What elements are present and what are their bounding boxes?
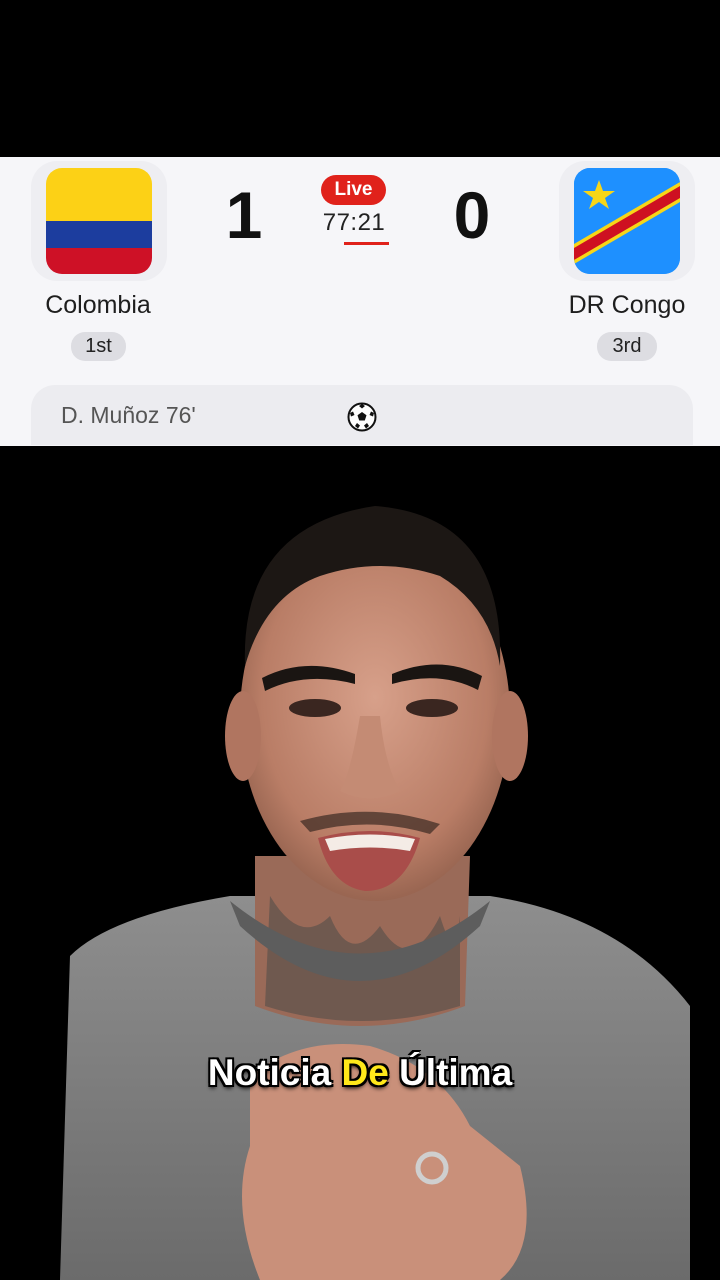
home-score: 1 — [225, 178, 263, 252]
away-team-name: DR Congo — [568, 291, 686, 319]
caption-word-1: Noticia — [207, 1052, 332, 1093]
match-clock: 77:21 — [322, 209, 386, 236]
home-team-name: Colombia — [45, 291, 151, 319]
soccer-ball-icon — [347, 402, 377, 432]
scoreboard-card[interactable]: Colombia 1st 1 Live 77:21 0 DR Congo 3rd… — [0, 157, 720, 446]
presenter-video-image — [60, 506, 690, 1280]
caption-word-3: Última — [399, 1052, 513, 1093]
home-rank-badge: 1st — [71, 332, 126, 361]
live-badge: Live — [321, 175, 386, 205]
away-rank-badge: 3rd — [597, 332, 657, 361]
caption-word-highlighted: De — [341, 1052, 389, 1093]
home-goal-scorer: D. Muñoz 76' — [61, 402, 196, 428]
clock-underline — [344, 242, 389, 245]
video-frame — [0, 446, 720, 1280]
colombia-flag-icon — [46, 168, 152, 274]
caption-subtitle: Noticia De Última — [0, 1052, 720, 1094]
goal-scorers-bar: D. Muñoz 76' — [31, 385, 693, 445]
top-letterbox — [0, 0, 720, 157]
away-flag-tile — [559, 161, 695, 281]
home-flag-tile — [31, 161, 167, 281]
dr-congo-flag-icon — [574, 168, 680, 274]
away-score: 0 — [453, 178, 491, 252]
